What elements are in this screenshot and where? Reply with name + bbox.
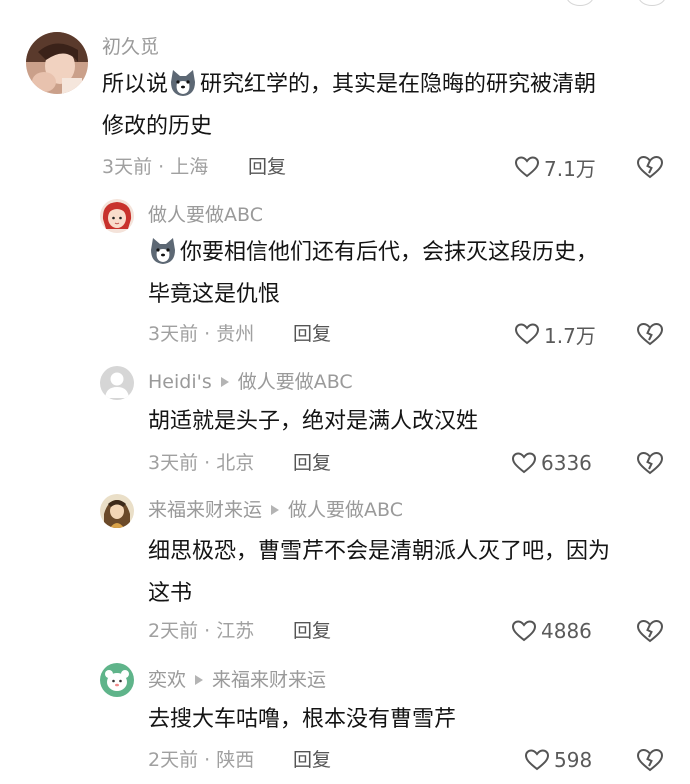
like-count: 6336 [541, 451, 592, 475]
like-count: 1.7万 [544, 323, 596, 348]
like-button[interactable]: 598 [524, 745, 592, 775]
comment-text-line: 细思极恐，曹雪芹不会是清朝派人灭了吧，因为 [148, 539, 611, 564]
top-cropped-icon [638, 0, 666, 6]
comment-text: 去搜大车咕噜，根本没有曹雪芹 [148, 699, 456, 741]
comment-text-line: 研究红学的，其实是在隐晦的研究被清朝 [200, 72, 597, 97]
heart-icon [511, 452, 537, 474]
comment-username[interactable]: 做人要做ABC [148, 204, 263, 226]
comment-text-prefix: 所以说 [102, 72, 169, 97]
comment-text-line: 胡适就是头子，绝对是满人改汉姓 [148, 409, 479, 434]
like-button[interactable]: 6336 [511, 448, 592, 478]
heart-icon [514, 323, 540, 345]
reply-button[interactable]: 回复 [293, 747, 331, 773]
top-cropped-icon [566, 0, 594, 6]
comment-meta: 3天前 · 上海 [102, 156, 209, 178]
husky-emoji-icon [148, 237, 178, 265]
comment-text: 胡适就是头子，绝对是满人改汉姓 [148, 401, 478, 443]
user-photo-avatar[interactable] [26, 32, 88, 94]
comment-username[interactable]: 奕欢 [148, 669, 186, 691]
reply-button[interactable]: 回复 [248, 154, 286, 180]
cute-animal-avatar[interactable] [100, 663, 134, 697]
reply-to-username[interactable]: 做人要做ABC [288, 499, 403, 521]
comment-text-line: 修改的历史 [102, 114, 213, 139]
broken-heart-icon[interactable] [636, 321, 664, 347]
comment-text-line: 你要相信他们还有后代，会抹灭这段历史， [180, 240, 599, 265]
comment-username[interactable]: Heidi's [148, 371, 212, 393]
broken-heart-icon[interactable] [636, 450, 664, 476]
comment-text-line: 毕竟这是仇恨 [148, 282, 281, 307]
heart-icon [524, 749, 550, 771]
comment-text: 你要相信他们还有后代，会抹灭这段历史， 毕竟这是仇恨 [148, 232, 598, 316]
reply-arrow-icon [271, 505, 280, 515]
reply-to-username[interactable]: 做人要做ABC [238, 371, 353, 393]
reply-button[interactable]: 回复 [293, 450, 331, 476]
cartoon-girl-avatar[interactable] [100, 199, 134, 233]
like-button[interactable]: 1.7万 [514, 319, 596, 349]
heart-icon [511, 620, 537, 642]
like-count: 4886 [541, 619, 592, 643]
default-user-avatar[interactable] [100, 366, 134, 400]
comment-username[interactable]: 来福来财来运 [148, 499, 262, 521]
reply-button[interactable]: 回复 [293, 321, 331, 347]
comment-text: 细思极恐，曹雪芹不会是清朝派人灭了吧，因为 这书 [148, 531, 610, 615]
heart-icon [514, 156, 540, 178]
comment-text-line: 去搜大车咕噜，根本没有曹雪芹 [148, 707, 457, 732]
comment-meta: 3天前 · 北京 [148, 452, 255, 474]
reply-to-username[interactable]: 来福来财来运 [212, 669, 326, 691]
reply-button[interactable]: 回复 [293, 618, 331, 644]
broken-heart-icon[interactable] [636, 618, 664, 644]
broken-heart-icon[interactable] [636, 747, 664, 773]
illustrated-avatar[interactable] [100, 494, 134, 528]
like-button[interactable]: 4886 [511, 616, 592, 646]
like-count: 7.1万 [544, 156, 596, 181]
reply-arrow-icon [220, 377, 229, 387]
comment-meta: 2天前 · 陕西 [148, 749, 255, 771]
husky-emoji-icon [168, 69, 198, 97]
comment-username[interactable]: 初久觅 [102, 36, 159, 58]
reply-arrow-icon [195, 675, 204, 685]
comment-text-line: 这书 [148, 581, 193, 606]
comment-meta: 2天前 · 江苏 [148, 620, 255, 642]
like-button[interactable]: 7.1万 [514, 152, 596, 182]
broken-heart-icon[interactable] [636, 154, 664, 180]
comment-meta: 3天前 · 贵州 [148, 323, 255, 345]
like-count: 598 [554, 748, 593, 772]
comment-text: 所以说 研究红学的，其实是在隐晦的研究被清朝 修改的历史 [102, 64, 596, 148]
